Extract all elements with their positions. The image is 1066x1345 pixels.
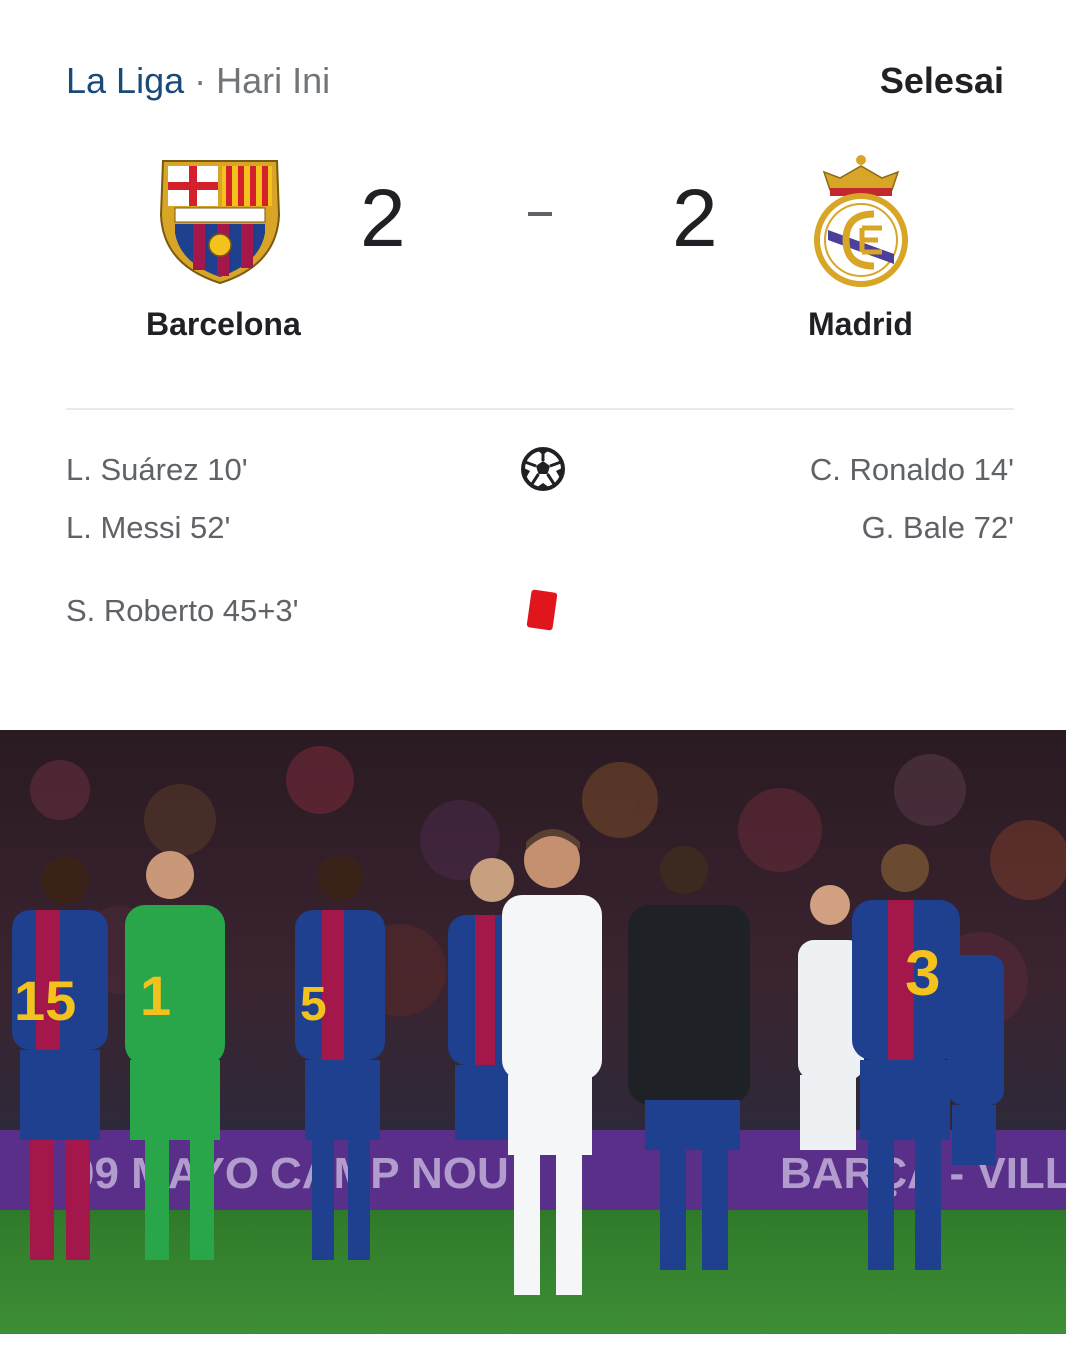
- home-red-card-event: S. Roberto 45+3': [66, 593, 299, 628]
- soccer-ball-icon: [521, 447, 565, 491]
- section-divider: [66, 408, 1014, 410]
- svg-text:5: 5: [300, 978, 327, 1031]
- home-goal-event: L. Suárez 10': [66, 452, 248, 487]
- home-team-name[interactable]: Barcelona: [146, 306, 301, 343]
- svg-text:3: 3: [905, 937, 941, 1009]
- header-separator: ·: [194, 60, 207, 101]
- home-goal-event: L. Messi 52': [66, 510, 231, 545]
- svg-text:1: 1: [140, 964, 171, 1027]
- away-team-name[interactable]: Madrid: [808, 306, 913, 343]
- board-text-stadium: CAMP NOU: [270, 1149, 509, 1198]
- score-separator: [528, 212, 552, 216]
- match-photo[interactable]: 09 MAYO CAMP NOU BARÇA - VILLARREAL: [0, 730, 1066, 1340]
- away-goal-event: G. Bale 72': [861, 510, 1014, 545]
- away-goal-event: C. Ronaldo 14': [809, 452, 1014, 487]
- competition-line: La Liga · Hari Ini: [66, 60, 330, 102]
- match-status: Selesai: [879, 60, 1004, 101]
- home-score: 2: [360, 173, 406, 264]
- match-photo-illustration: 09 MAYO CAMP NOU BARÇA - VILLARREAL: [0, 730, 1066, 1340]
- away-score: 2: [672, 173, 718, 264]
- svg-text:15: 15: [14, 969, 76, 1032]
- league-link[interactable]: La Liga: [66, 60, 184, 101]
- fc-barcelona-crest-icon[interactable]: [155, 155, 285, 287]
- red-card-icon: [526, 589, 558, 631]
- match-day: Hari Ini: [216, 60, 331, 101]
- match-header: La Liga · Hari Ini Selesai: [66, 58, 1004, 108]
- real-madrid-crest-icon[interactable]: [810, 152, 912, 288]
